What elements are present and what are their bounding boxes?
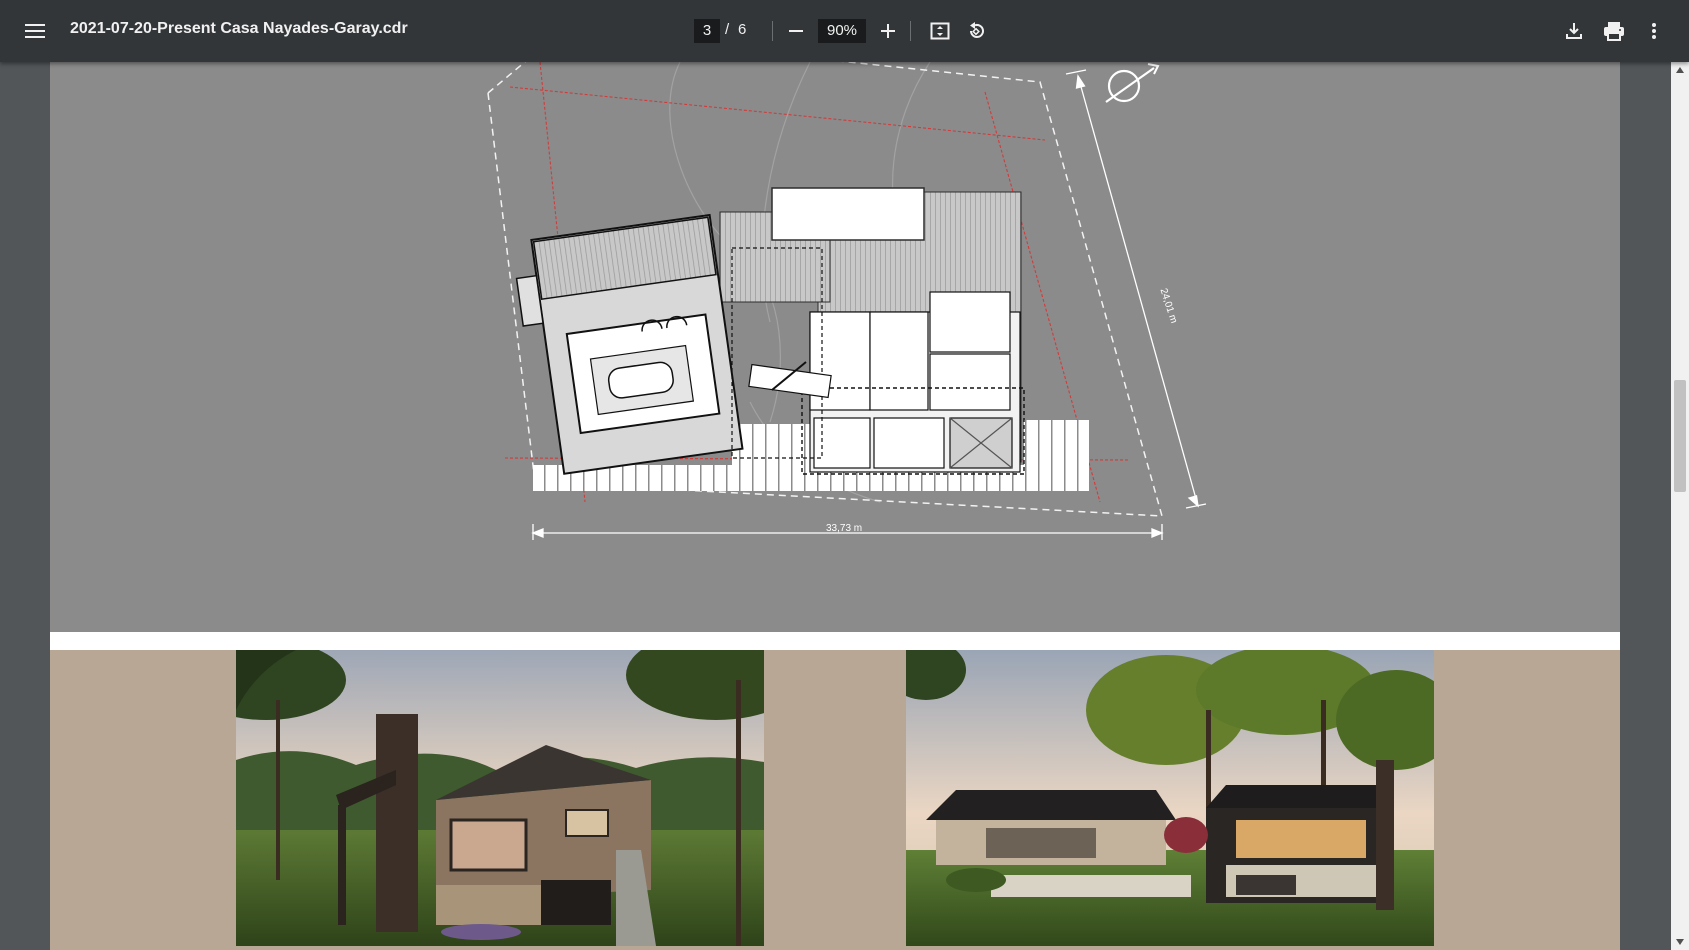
east-deck — [1024, 420, 1089, 491]
garage-wing — [515, 213, 744, 475]
rotate-button[interactable] — [964, 19, 988, 43]
zoom-level-input[interactable]: 90% — [818, 19, 866, 43]
more-actions-button[interactable] — [1644, 19, 1664, 43]
north-arrow-icon — [1105, 63, 1160, 103]
scroll-up-arrow-icon — [1676, 67, 1684, 73]
toolbar-divider — [772, 21, 773, 41]
render-image-left — [236, 650, 764, 946]
render-image-right — [906, 650, 1434, 946]
page-total: 6 — [738, 21, 747, 38]
fit-to-page-icon — [930, 22, 950, 40]
pdf-page-renders — [50, 650, 1620, 950]
plus-icon — [881, 24, 895, 38]
dimension-label-width: 33,73 m — [826, 523, 863, 534]
page-number-input[interactable]: 3 — [694, 19, 720, 43]
menu-button[interactable] — [22, 19, 48, 43]
download-button[interactable] — [1562, 19, 1586, 43]
skylight — [771, 187, 925, 241]
scroll-up-button[interactable] — [1671, 62, 1689, 78]
floor-plan-rooms — [809, 291, 1021, 473]
page-separator: / — [725, 21, 730, 38]
zoom-in-button[interactable] — [876, 19, 900, 43]
fit-to-page-button[interactable] — [928, 19, 952, 43]
document-title: 2021-07-20-Present Casa Nayades-Garay.cd… — [70, 20, 408, 37]
pdf-toolbar: 2021-07-20-Present Casa Nayades-Garay.cd… — [0, 0, 1689, 62]
scroll-thumb[interactable] — [1674, 380, 1686, 492]
scroll-down-button[interactable] — [1671, 934, 1689, 950]
rotate-counterclockwise-icon — [970, 22, 984, 38]
minus-icon — [789, 30, 803, 32]
toolbar-divider — [910, 21, 911, 41]
printer-icon — [1604, 22, 1624, 41]
terrace-slats — [732, 424, 812, 468]
page-separator-gap — [50, 632, 1620, 650]
site-plan-drawing — [487, 62, 1207, 540]
zoom-out-button[interactable] — [784, 19, 808, 43]
more-vertical-icon — [1652, 23, 1656, 39]
pdf-page-site-plan: 33,73 m 24,01 m — [50, 62, 1620, 632]
scroll-down-arrow-icon — [1676, 939, 1684, 945]
print-button[interactable] — [1602, 19, 1626, 43]
download-icon — [1566, 23, 1582, 39]
vertical-scrollbar[interactable] — [1671, 62, 1689, 950]
hamburger-menu-icon — [25, 24, 45, 38]
